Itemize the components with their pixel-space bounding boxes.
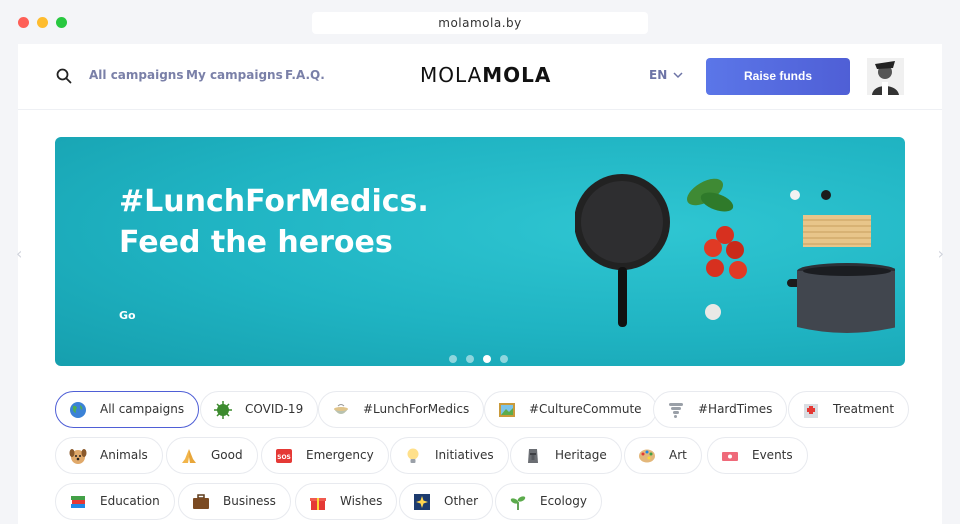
close-window-button[interactable] <box>18 17 29 28</box>
browser-bar: molamola.by <box>0 0 960 44</box>
nav-my-campaigns[interactable]: My campaigns <box>186 68 283 82</box>
search-icon[interactable] <box>56 68 72 84</box>
tag-label: COVID-19 <box>245 402 304 416</box>
logo-part-bold: MOLA <box>482 63 552 87</box>
tag-culturecommute[interactable]: #CultureCommute <box>484 391 657 428</box>
tag-label: Heritage <box>555 448 607 462</box>
carousel-dot-2[interactable] <box>466 355 474 363</box>
tag-label: Ecology <box>540 494 587 508</box>
avatar[interactable] <box>867 58 904 95</box>
globe-icon <box>69 401 87 419</box>
kitchen-illustration <box>575 174 895 333</box>
chevron-down-icon <box>673 72 683 79</box>
seedling-icon <box>509 493 527 511</box>
carousel-dot-1[interactable] <box>449 355 457 363</box>
palette-icon <box>638 447 656 465</box>
minimize-window-button[interactable] <box>37 17 48 28</box>
tag-label: Art <box>669 448 687 462</box>
tag-label: Animals <box>100 448 148 462</box>
praying-hands-icon <box>180 447 198 465</box>
language-label: EN <box>649 68 668 82</box>
tag-label: Other <box>444 494 479 508</box>
tag-all-campaigns[interactable]: All campaigns <box>55 391 200 428</box>
tag-label: All campaigns <box>100 402 185 416</box>
raise-funds-button[interactable]: Raise funds <box>706 58 850 95</box>
nav-all-campaigns[interactable]: All campaigns <box>89 68 183 82</box>
tag-label: Initiatives <box>435 448 494 462</box>
tag-label: Events <box>752 448 793 462</box>
banner-title-line2: Feed the heroes <box>119 225 393 260</box>
banner-title: #LunchForMedics. Feed the heroes <box>119 181 429 263</box>
tag-label: #LunchForMedics <box>363 402 470 416</box>
gift-icon <box>309 493 327 511</box>
briefcase-icon <box>192 493 210 511</box>
tag-ecology[interactable]: Ecology <box>495 483 602 520</box>
tag-education[interactable]: Education <box>55 483 175 520</box>
tag-hardtimes[interactable]: #HardTimes <box>653 391 788 428</box>
painting-icon <box>498 401 516 419</box>
tag-label: Education <box>100 494 160 508</box>
maximize-window-button[interactable] <box>56 17 67 28</box>
user-photo <box>867 58 904 95</box>
language-selector[interactable]: EN <box>649 68 683 82</box>
tag-wishes[interactable]: Wishes <box>295 483 398 520</box>
tag-heritage[interactable]: Heritage <box>510 437 622 474</box>
tag-other[interactable]: Other <box>399 483 494 520</box>
tag-art[interactable]: Art <box>624 437 702 474</box>
tag-initiatives[interactable]: Initiatives <box>390 437 509 474</box>
tag-animals[interactable]: Animals <box>55 437 163 474</box>
tag-label: #HardTimes <box>698 402 773 416</box>
sos-icon: SOS <box>275 447 293 465</box>
tag-business[interactable]: Business <box>178 483 291 520</box>
tag-good[interactable]: Good <box>166 437 258 474</box>
tag-lunchformedics[interactable]: #LunchForMedics <box>318 391 485 428</box>
ticket-icon <box>721 447 739 465</box>
tag-label: Emergency <box>306 448 374 462</box>
tag-treatment[interactable]: Treatment <box>788 391 910 428</box>
dog-icon <box>69 447 87 465</box>
tornado-icon <box>667 401 685 419</box>
svg-text:SOS: SOS <box>277 454 291 461</box>
tag-emergency[interactable]: SOS Emergency <box>261 437 389 474</box>
carousel-dots <box>449 348 517 366</box>
address-bar[interactable]: molamola.by <box>312 12 648 34</box>
banner-go-link[interactable]: Go <box>119 309 136 322</box>
tag-covid-19[interactable]: COVID-19 <box>200 391 319 428</box>
banner-title-line1: #LunchForMedics. <box>119 184 429 219</box>
hero-banner[interactable]: #LunchForMedics. Feed the heroes Go <box>55 137 905 366</box>
nav-faq[interactable]: F.A.Q. <box>285 68 325 82</box>
tag-events[interactable]: Events <box>707 437 808 474</box>
carousel-dot-3[interactable] <box>483 355 491 363</box>
books-icon <box>69 493 87 511</box>
lightbulb-icon <box>404 447 422 465</box>
logo-part-thin: MOLA <box>420 63 483 87</box>
site-header: All campaigns My campaigns F.A.Q. MOLAMO… <box>18 44 942 110</box>
page: All campaigns My campaigns F.A.Q. MOLAMO… <box>16 44 944 524</box>
tag-label: #CultureCommute <box>529 402 642 416</box>
hospital-icon <box>802 401 820 419</box>
carousel-next-arrow[interactable]: › <box>938 244 944 263</box>
moai-icon <box>524 447 542 465</box>
tag-label: Good <box>211 448 243 462</box>
site-logo[interactable]: MOLAMOLA <box>420 63 551 87</box>
bowl-icon <box>332 401 350 419</box>
carousel-prev-arrow[interactable]: ‹ <box>16 244 22 263</box>
virus-icon <box>214 401 232 419</box>
sparkle-icon <box>413 493 431 511</box>
tag-label: Business <box>223 494 276 508</box>
tag-label: Treatment <box>833 402 895 416</box>
carousel-dot-4[interactable] <box>500 355 508 363</box>
tag-label: Wishes <box>340 494 383 508</box>
